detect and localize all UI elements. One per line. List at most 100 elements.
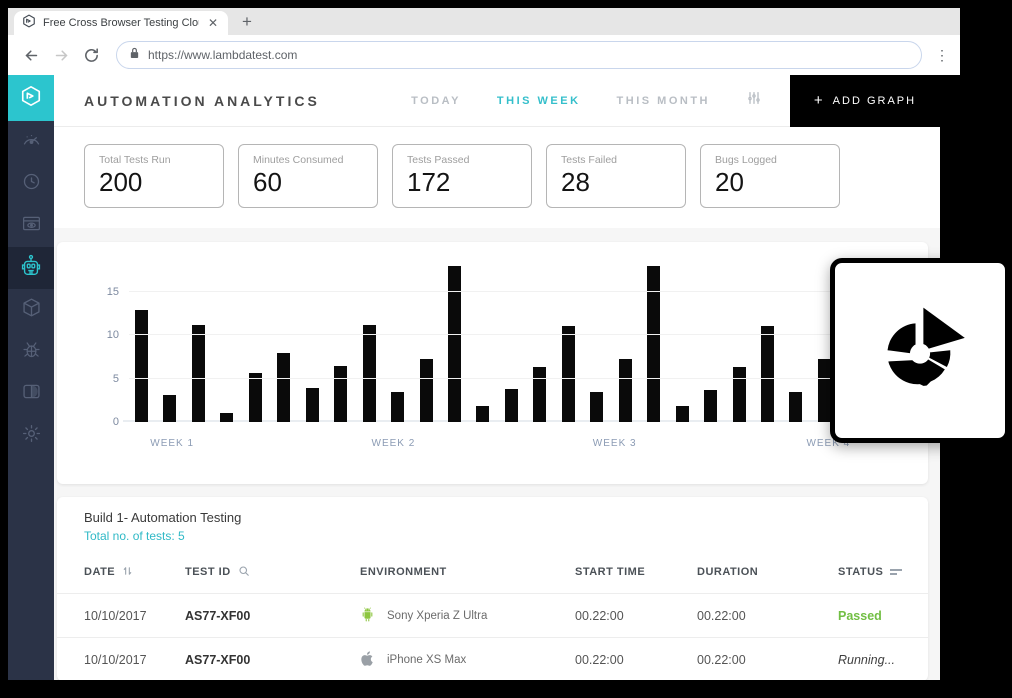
bar bbox=[676, 406, 689, 422]
table-row[interactable]: 10/10/2017 AS77-XF00 iPhone XS Max 00.22… bbox=[57, 637, 928, 680]
bar bbox=[733, 367, 746, 422]
stat-label: Bugs Logged bbox=[715, 154, 825, 166]
stat-value: 172 bbox=[407, 167, 517, 198]
bar bbox=[590, 392, 603, 422]
bar bbox=[448, 266, 461, 423]
bar bbox=[647, 266, 660, 423]
stat-value: 60 bbox=[253, 167, 363, 198]
cell-date: 10/10/2017 bbox=[84, 609, 185, 623]
sidebar-item-lt-browser[interactable] bbox=[8, 373, 54, 415]
sidebar bbox=[8, 75, 54, 680]
pie-widget-card[interactable] bbox=[830, 258, 1010, 443]
stat-label: Total Tests Run bbox=[99, 154, 209, 166]
browser-tabstrip: Free Cross Browser Testing Clou ✕ + bbox=[8, 8, 960, 35]
page-title: AUTOMATION ANALYTICS bbox=[84, 93, 320, 109]
sidebar-item-settings[interactable] bbox=[8, 415, 54, 457]
sidebar-item-realtime[interactable] bbox=[8, 121, 54, 163]
status-badge: Running... bbox=[838, 653, 928, 667]
stat-label: Minutes Consumed bbox=[253, 154, 363, 166]
stat-card-bugs: Bugs Logged 20 bbox=[700, 144, 840, 208]
lock-icon bbox=[129, 46, 140, 64]
history-clock-icon bbox=[21, 171, 42, 197]
gridline bbox=[129, 291, 888, 292]
col-label: DURATION bbox=[697, 566, 758, 578]
browser-tab[interactable]: Free Cross Browser Testing Clou ✕ bbox=[14, 11, 228, 35]
week-label: WEEK 3 bbox=[593, 438, 637, 449]
bar bbox=[476, 406, 489, 422]
sort-icon[interactable] bbox=[122, 565, 133, 580]
filter-icon[interactable] bbox=[890, 567, 902, 578]
stat-card-failed: Tests Failed 28 bbox=[546, 144, 686, 208]
pie-chart-icon bbox=[864, 292, 976, 409]
bar bbox=[704, 390, 717, 422]
cell-duration: 00.22:00 bbox=[697, 653, 838, 667]
new-tab-button[interactable]: + bbox=[242, 12, 252, 35]
app-header: AUTOMATION ANALYTICS TODAY THIS WEEK THI… bbox=[54, 75, 940, 127]
lambdatest-favicon-icon bbox=[22, 14, 36, 33]
sidebar-item-packages[interactable] bbox=[8, 289, 54, 331]
browser-menu-icon[interactable]: ⋮ bbox=[934, 53, 950, 58]
bar bbox=[789, 392, 802, 422]
results-table-card: Build 1- Automation Testing Total no. of… bbox=[57, 497, 928, 680]
cell-date: 10/10/2017 bbox=[84, 653, 185, 667]
forward-icon[interactable] bbox=[48, 42, 74, 68]
stat-value: 20 bbox=[715, 167, 825, 198]
back-icon[interactable] bbox=[18, 42, 44, 68]
y-axis-tick: 10 bbox=[93, 329, 119, 341]
status-badge: Passed bbox=[838, 609, 928, 623]
week-label: WEEK 2 bbox=[372, 438, 416, 449]
url-bar[interactable]: https://www.lambdatest.com bbox=[116, 41, 922, 69]
y-axis-tick: 5 bbox=[93, 373, 119, 385]
plus-icon: + bbox=[814, 92, 825, 109]
cell-environment: iPhone XS Max bbox=[360, 650, 575, 670]
stat-card-minutes: Minutes Consumed 60 bbox=[238, 144, 378, 208]
tests-bar-chart: 051015 WEEK 1WEEK 2WEEK 3WEEK 4 bbox=[57, 242, 928, 484]
tab-close-icon[interactable]: ✕ bbox=[206, 16, 220, 30]
col-test-id[interactable]: TEST ID bbox=[185, 565, 360, 580]
chart-plot: 051015 bbox=[129, 270, 888, 422]
build-title: Build 1- Automation Testing bbox=[57, 510, 928, 525]
frame-bottom bbox=[0, 680, 1012, 698]
week-label: WEEK 1 bbox=[150, 438, 194, 449]
bug-icon bbox=[21, 339, 42, 365]
bar bbox=[334, 366, 347, 422]
bar bbox=[135, 310, 148, 422]
col-status[interactable]: STATUS bbox=[838, 566, 928, 578]
stat-card-total-tests: Total Tests Run 200 bbox=[84, 144, 224, 208]
col-environment[interactable]: ENVIRONMENT bbox=[360, 566, 575, 578]
device-name: iPhone XS Max bbox=[387, 654, 466, 666]
sidebar-item-history[interactable] bbox=[8, 163, 54, 205]
gridline bbox=[129, 334, 888, 335]
browser-window: Free Cross Browser Testing Clou ✕ + http… bbox=[8, 8, 960, 680]
sidebar-item-visual-testing[interactable] bbox=[8, 205, 54, 247]
search-icon[interactable] bbox=[238, 565, 250, 580]
col-duration[interactable]: DURATION bbox=[697, 566, 838, 578]
col-date[interactable]: DATE bbox=[84, 565, 185, 580]
refresh-icon[interactable] bbox=[78, 42, 104, 68]
main-content: AUTOMATION ANALYTICS TODAY THIS WEEK THI… bbox=[54, 75, 940, 680]
y-axis-tick: 0 bbox=[93, 416, 119, 428]
col-start-time[interactable]: START TIME bbox=[575, 566, 697, 578]
browser-eye-icon bbox=[21, 213, 42, 239]
bar bbox=[761, 326, 774, 422]
nav-this-month[interactable]: THIS MONTH bbox=[617, 95, 710, 107]
table-row[interactable]: 10/10/2017 AS77-XF00 Sony Xperia Z Ultra… bbox=[57, 593, 928, 637]
table-header-row: DATE TEST ID bbox=[57, 551, 928, 593]
stats-row: Total Tests Run 200 Minutes Consumed 60 … bbox=[54, 127, 940, 228]
stat-label: Tests Passed bbox=[407, 154, 517, 166]
nav-this-week[interactable]: THIS WEEK bbox=[497, 95, 581, 107]
sidebar-item-automation[interactable] bbox=[8, 247, 54, 289]
split-view-icon bbox=[21, 381, 42, 407]
stat-value: 28 bbox=[561, 167, 671, 198]
sidebar-item-bug-tracker[interactable] bbox=[8, 331, 54, 373]
bar bbox=[220, 413, 233, 422]
period-nav: TODAY THIS WEEK THIS MONTH bbox=[411, 90, 762, 111]
sliders-icon[interactable] bbox=[746, 90, 762, 111]
add-graph-button[interactable]: + ADD GRAPH bbox=[790, 75, 940, 127]
cell-test-id: AS77-XF00 bbox=[185, 609, 360, 623]
sidebar-logo[interactable] bbox=[8, 75, 54, 121]
cell-duration: 00.22:00 bbox=[697, 609, 838, 623]
apple-icon bbox=[360, 650, 375, 670]
nav-today[interactable]: TODAY bbox=[411, 95, 461, 107]
stat-card-passed: Tests Passed 172 bbox=[392, 144, 532, 208]
